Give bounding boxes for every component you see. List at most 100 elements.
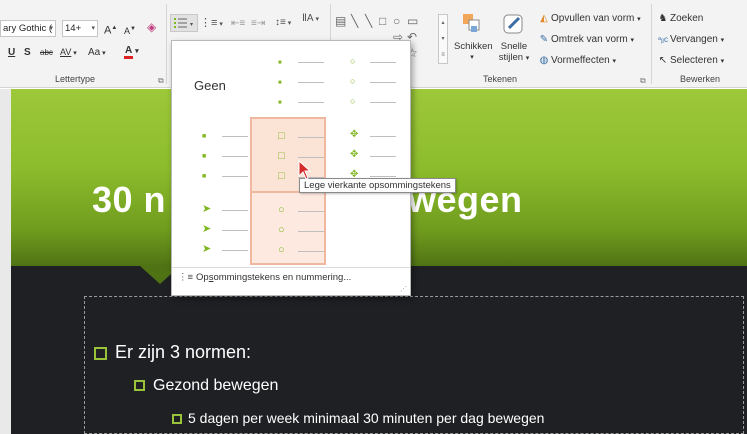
- increase-indent-icon: ≡⇥: [251, 18, 266, 29]
- font-name-combo[interactable]: ary Gothic ( ▾: [0, 20, 56, 37]
- font-color-button[interactable]: A ▾: [124, 44, 139, 59]
- chevron-down-icon[interactable]: ▾: [439, 31, 447, 47]
- footer-label-post: ommingstekens en nummering...: [213, 272, 352, 283]
- more-icon[interactable]: ≡: [439, 47, 447, 63]
- text-shadow-button[interactable]: S: [24, 46, 31, 60]
- bullet-level-3[interactable]: 5 dagen per week minimaal 30 minuten per…: [172, 410, 544, 426]
- arrange-button[interactable]: Schikken ▾: [454, 12, 493, 63]
- binoculars-icon: ♞: [658, 13, 668, 24]
- bullet-option-small-filled-square[interactable]: ■ ■ ■: [252, 45, 324, 117]
- replace-button[interactable]: ᵃᵦc Vervangen ▾: [656, 33, 724, 48]
- bullets-and-numbering-menu-item[interactable]: ⋮≡ Opsommingstekens en nummering...: [172, 271, 410, 291]
- square-bullet-icon: [94, 346, 107, 360]
- shape-outline-label: Omtrek van vorm: [551, 34, 628, 45]
- replace-label: Vervangen: [670, 34, 718, 45]
- quick-styles-label: Snelle: [500, 41, 528, 52]
- bullet-level-2[interactable]: Gezond bewegen: [134, 377, 278, 395]
- paint-bucket-icon: ◭: [540, 13, 548, 24]
- oval-shape-icon[interactable]: ○: [393, 14, 400, 28]
- shape-fill-button[interactable]: ◭ Opvullen van vorm ▾: [537, 12, 641, 27]
- arrange-icon: [463, 14, 480, 32]
- bullet-text: Er zijn 3 normen:: [115, 342, 252, 362]
- diamond-bullet-icon: ✥: [350, 149, 359, 160]
- mouse-pointer-icon: [298, 160, 312, 180]
- chevron-up-icon[interactable]: ▴: [439, 15, 447, 31]
- quick-styles-icon: [503, 14, 523, 34]
- pointer-icon: ↖: [658, 55, 668, 66]
- clear-formatting-button[interactable]: ◈: [147, 20, 156, 34]
- find-button[interactable]: ♞ Zoeken: [656, 12, 704, 26]
- shape-fill-label: Opvullen van vorm: [551, 13, 635, 24]
- bullet-text: Gezond bewegen: [153, 377, 279, 394]
- bullet-level-1[interactable]: Er zijn 3 normen:: [94, 342, 251, 363]
- rectangle-shape-icon[interactable]: ▭: [407, 14, 418, 28]
- svg-text:▾: ▾: [190, 22, 193, 28]
- hollow-round-bullet-icon: ○: [278, 224, 285, 236]
- line-spacing-button[interactable]: ↕≡ ▾: [275, 16, 291, 31]
- tooltip-text: Lege vierkante opsommingstekens: [304, 180, 451, 191]
- numbering-button[interactable]: ⋮≡ ▾: [200, 16, 223, 32]
- bullet-text: 5 dagen per week minimaal 30 minuten per…: [188, 410, 545, 426]
- drawing-dialog-launcher-icon[interactable]: ⧉: [640, 76, 646, 86]
- bullet-option-filled-square[interactable]: ■ ■ ■: [176, 119, 248, 191]
- hollow-round-bullet-icon: ○: [278, 204, 285, 216]
- line-shape-icon[interactable]: ╲: [365, 14, 372, 28]
- change-case-label: Aa: [88, 47, 101, 58]
- arrow-bullet-icon: ➤: [202, 203, 212, 215]
- font-color-label: A: [124, 45, 134, 59]
- chevron-down-icon: ▾: [49, 25, 53, 32]
- rectangle-shape-icon[interactable]: □: [379, 14, 386, 28]
- hollow-circle-bullet-icon: ○: [350, 56, 356, 66]
- shapes-gallery-scroll[interactable]: ▴ ▾ ≡: [438, 14, 448, 64]
- filled-square-bullet-icon: ■: [202, 173, 207, 180]
- underline-label: U: [8, 47, 16, 58]
- text-direction-button[interactable]: ⅡA ▾: [302, 12, 319, 27]
- increase-indent-button[interactable]: ≡⇥: [251, 17, 265, 31]
- line-shape-icon[interactable]: ╲: [351, 14, 358, 28]
- slide-pane-edge: [0, 89, 11, 434]
- textbox-shape-icon[interactable]: ▤: [335, 14, 346, 28]
- select-button[interactable]: ↖ Selecteren ▾: [656, 54, 724, 69]
- bullet-option-arrow[interactable]: ➤ ➤ ➤: [176, 193, 248, 265]
- group-divider: [651, 4, 652, 84]
- diamond-bullet-icon: ✥: [350, 129, 359, 140]
- slide-title-part-left[interactable]: 30 n: [92, 179, 166, 221]
- none-label: Geen: [194, 78, 226, 93]
- shape-outline-button[interactable]: ✎ Omtrek van vorm ▾: [537, 33, 634, 48]
- pencil-icon: ✎: [539, 34, 549, 45]
- bullets-button[interactable]: ▾: [170, 14, 198, 32]
- decrease-indent-icon: ⇤≡: [231, 18, 246, 29]
- replace-icon: ᵃᵦc: [657, 35, 669, 44]
- quick-styles-button[interactable]: Snelle stijlen ▾: [494, 12, 534, 64]
- footer-label-pre: Op: [196, 272, 209, 283]
- shape-effects-button[interactable]: ◍ Vormeffecten ▾: [537, 54, 616, 69]
- filled-square-bullet-icon: ■: [202, 153, 207, 160]
- line-spacing-icon: ↕≡: [275, 17, 286, 28]
- hollow-square-bullet-icon: □: [278, 150, 285, 162]
- font-size-combo[interactable]: 14+ ▾: [62, 20, 98, 37]
- gallery-divider: [172, 267, 410, 268]
- hollow-square-bullet-icon: □: [278, 130, 285, 142]
- bullet-option-none[interactable]: Geen: [176, 45, 248, 117]
- grow-font-button[interactable]: A▲: [104, 21, 117, 38]
- text-shadow-label: S: [24, 47, 31, 58]
- bullet-option-hollow-round[interactable]: ○ ○ ○: [250, 191, 326, 265]
- font-dialog-launcher-icon[interactable]: ⧉: [158, 76, 164, 86]
- underline-button[interactable]: U: [8, 46, 15, 60]
- font-size-value: 14+: [65, 23, 82, 34]
- strikethrough-label: abc: [40, 48, 53, 57]
- shrink-font-button[interactable]: A▼: [124, 22, 136, 38]
- hollow-round-bullet-icon: ○: [278, 244, 285, 256]
- arrow-bullet-icon: ➤: [202, 243, 212, 255]
- character-spacing-button[interactable]: AV ▾: [60, 45, 77, 61]
- square-bullet-icon: [134, 380, 145, 392]
- small-square-bullet-icon: ■: [278, 60, 282, 66]
- character-spacing-label: AV: [60, 47, 72, 57]
- eraser-icon: ◈: [147, 20, 157, 34]
- resize-grip-icon[interactable]: ⋰: [400, 285, 407, 293]
- strikethrough-button[interactable]: abc: [40, 46, 53, 60]
- drawing-group-label: Tekenen: [482, 74, 518, 84]
- change-case-button[interactable]: Aa ▾: [88, 46, 106, 61]
- decrease-indent-button[interactable]: ⇤≡: [231, 17, 245, 31]
- bullet-option-hollow-circle[interactable]: ○ ○ ○: [328, 45, 400, 117]
